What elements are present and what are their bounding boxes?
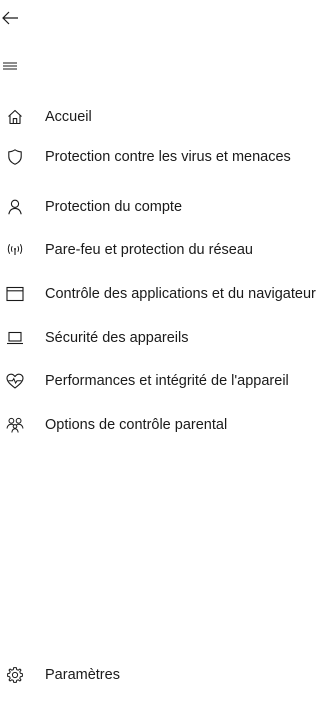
heart-pulse-icon: [5, 371, 25, 391]
nav-item-label: Protection du compte: [45, 199, 183, 215]
family-icon: [5, 415, 25, 435]
settings-label: Paramètres: [45, 667, 120, 683]
nav-item-device-security[interactable]: Sécurité des appareils: [0, 322, 331, 354]
shield-icon: [5, 147, 25, 167]
nav-item-accueil[interactable]: Accueil: [0, 101, 331, 133]
nav-item-settings[interactable]: Paramètres: [0, 659, 331, 691]
back-arrow-icon: [0, 8, 20, 28]
nav-item-label: Contrôle des applications et du navigate…: [45, 286, 316, 302]
nav-item-device-performance[interactable]: Performances et intégrité de l'appareil: [0, 365, 331, 397]
hamburger-menu-button[interactable]: [0, 48, 40, 84]
nav-item-app-browser-control[interactable]: Contrôle des applications et du navigate…: [0, 278, 331, 310]
app-browser-icon: [5, 284, 25, 304]
nav-item-parental-options[interactable]: Options de contrôle parental: [0, 409, 331, 441]
home-icon: [5, 107, 25, 127]
back-button[interactable]: [0, 0, 40, 36]
nav-item-label: Performances et intégrité de l'appareil: [45, 373, 289, 389]
laptop-icon: [5, 328, 25, 348]
hamburger-menu-icon: [0, 56, 20, 76]
person-icon: [5, 197, 25, 217]
nav-item-label: Accueil: [45, 109, 92, 125]
gear-icon: [5, 665, 25, 685]
nav-item-label: Options de contrôle parental: [45, 417, 228, 433]
nav-item-label: Sécurité des appareils: [45, 330, 189, 346]
nav-item-virus-protection[interactable]: Protection contre les virus et menaces: [0, 141, 331, 173]
nav-item-account-protection[interactable]: Protection du compte: [0, 191, 331, 223]
nav-item-label: Protection contre les virus et menaces: [45, 149, 291, 165]
